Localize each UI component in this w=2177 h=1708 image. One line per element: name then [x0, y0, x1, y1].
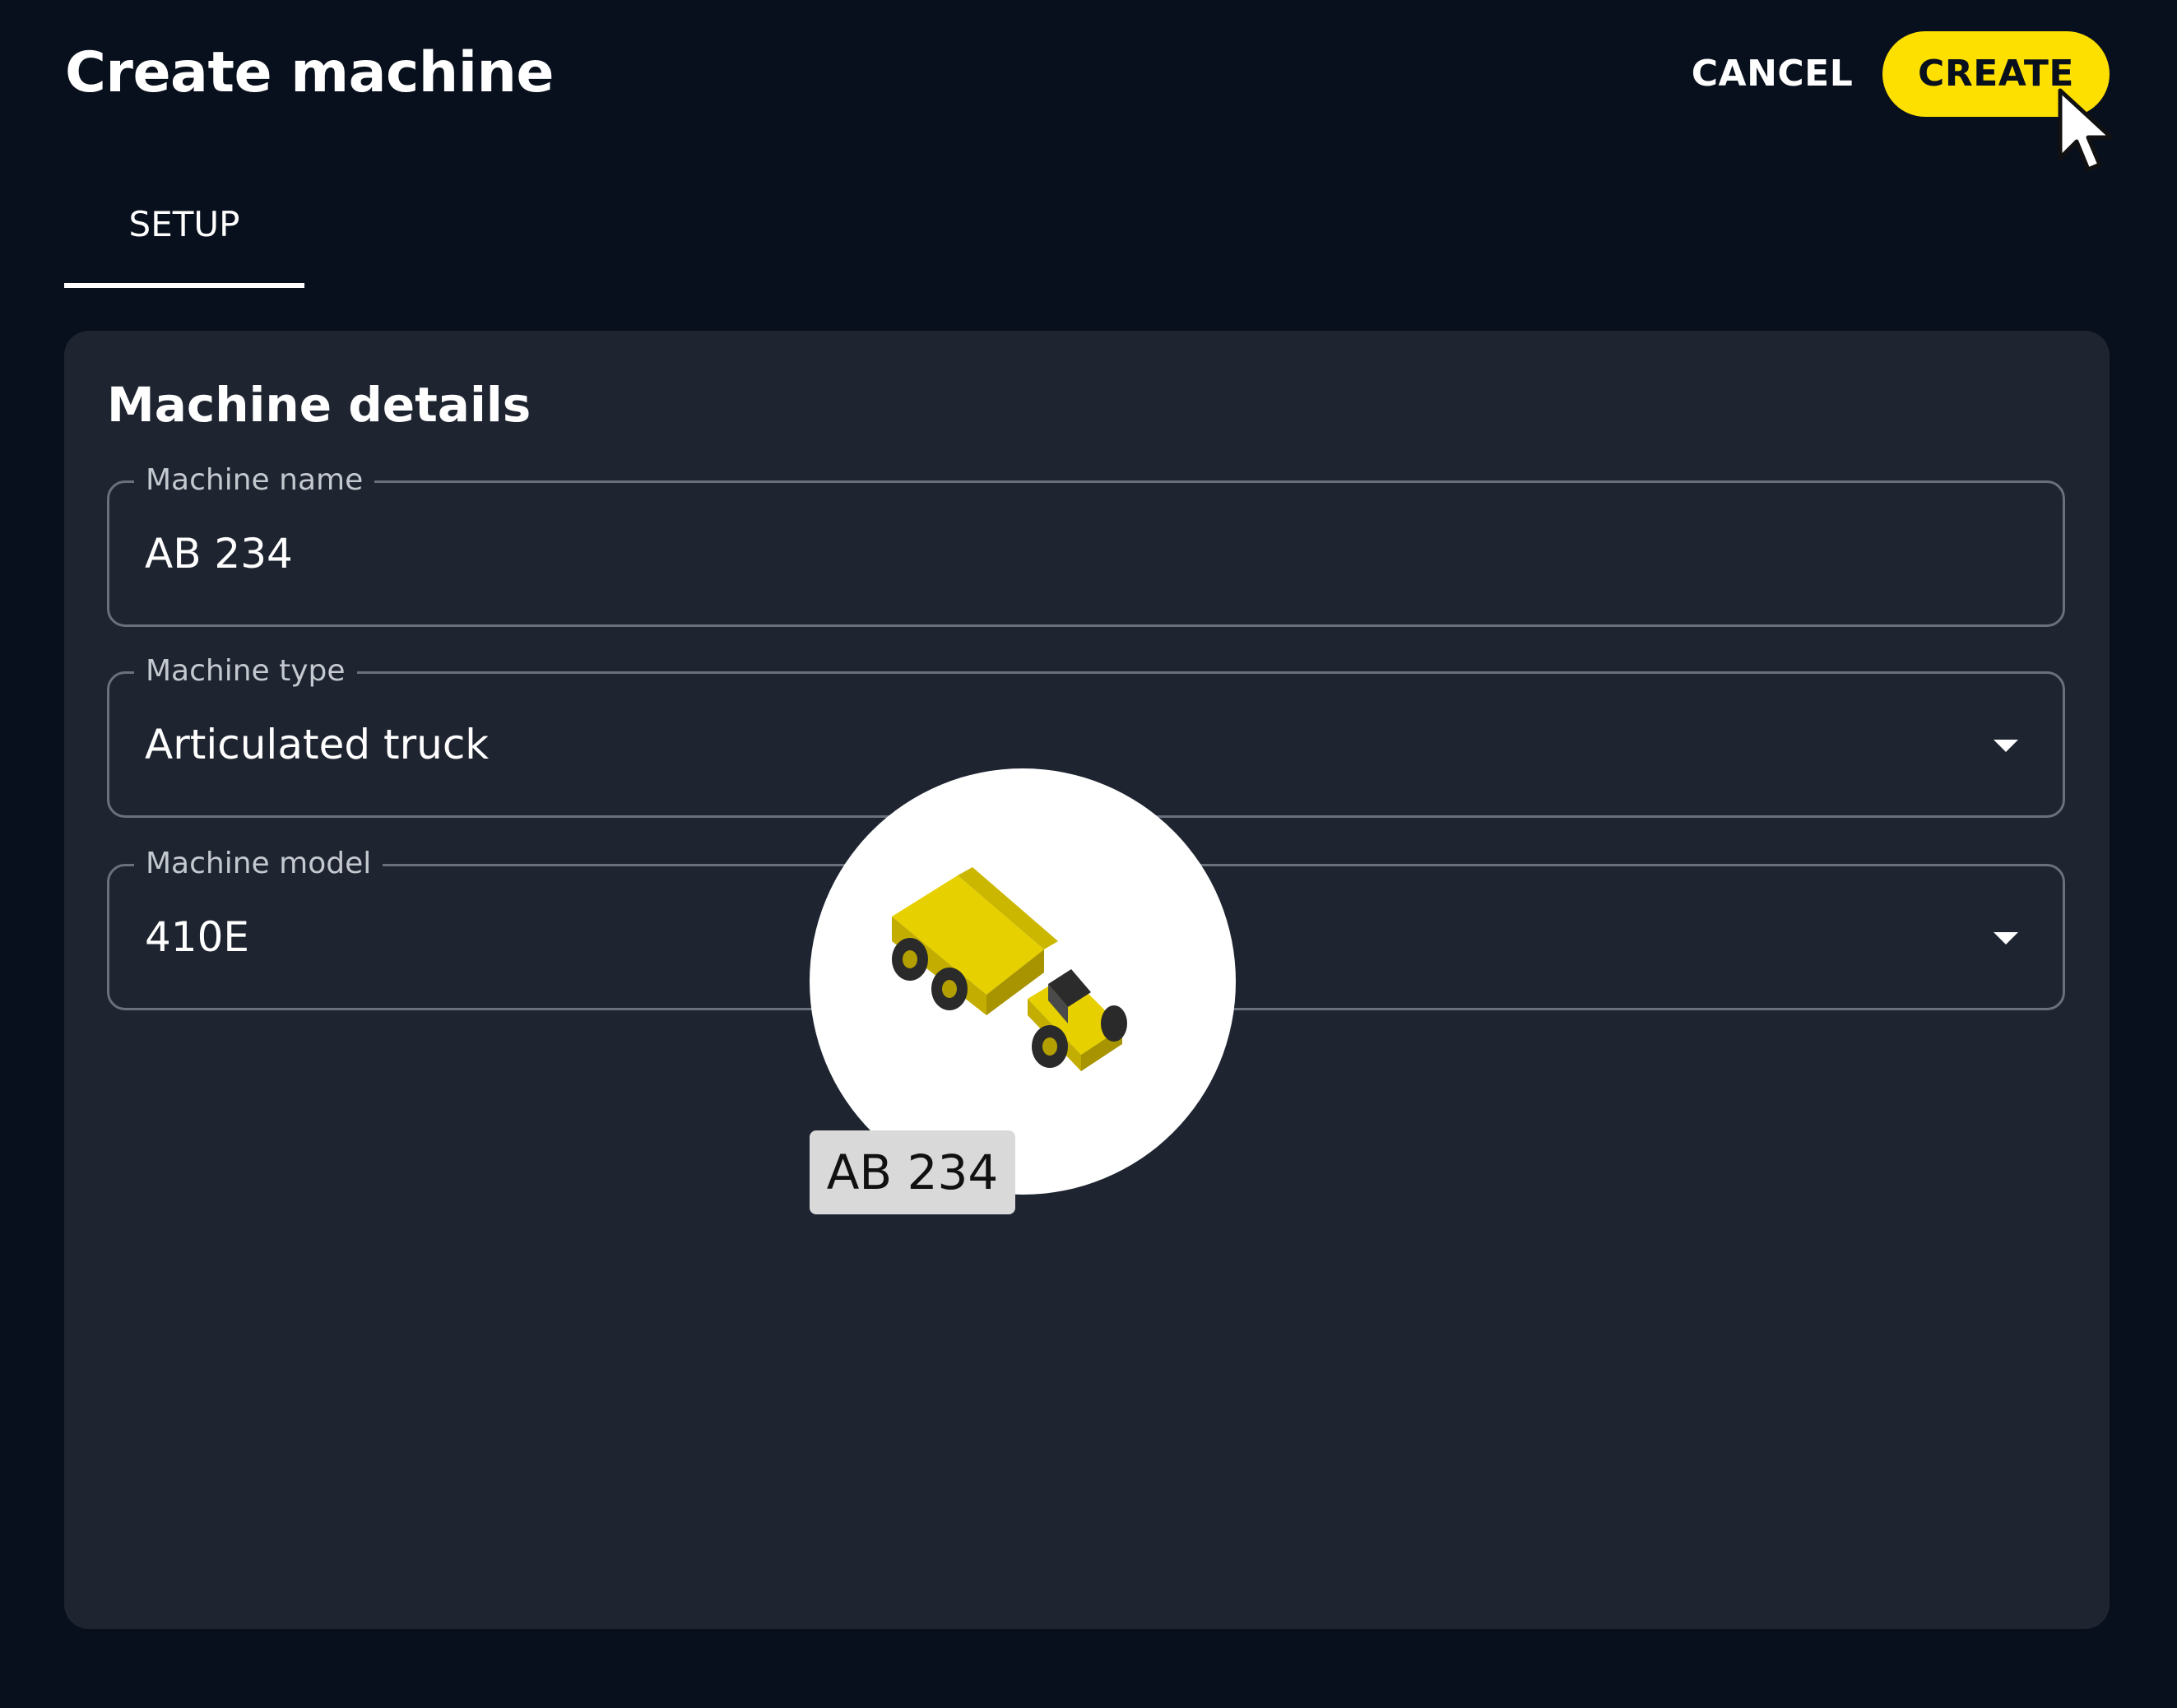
machine-name-label: Machine name — [134, 458, 375, 503]
tab-active-indicator — [64, 283, 304, 288]
machine-model-value: 410E — [145, 913, 250, 961]
tab-setup[interactable]: SETUP — [64, 189, 304, 288]
chevron-down-icon[interactable] — [1994, 932, 2018, 945]
machine-preview-label: AB 234 — [810, 1130, 1015, 1214]
machine-name-field[interactable]: Machine name AB 234 — [107, 458, 2065, 627]
card-title: Machine details — [107, 377, 531, 433]
articulated-truck-icon — [892, 867, 1127, 1071]
mouse-cursor-icon — [2058, 88, 2114, 172]
machine-type-label: Machine type — [134, 649, 357, 694]
machine-name-input[interactable]: AB 234 — [145, 524, 293, 583]
page-title: Create machine — [65, 40, 555, 105]
tab-setup-label: SETUP — [128, 204, 240, 244]
cancel-button[interactable]: CANCEL — [1665, 41, 1879, 107]
chevron-down-icon[interactable] — [1994, 740, 2018, 752]
machine-model-label: Machine model — [134, 842, 383, 886]
machine-type-value: Articulated truck — [145, 721, 490, 768]
